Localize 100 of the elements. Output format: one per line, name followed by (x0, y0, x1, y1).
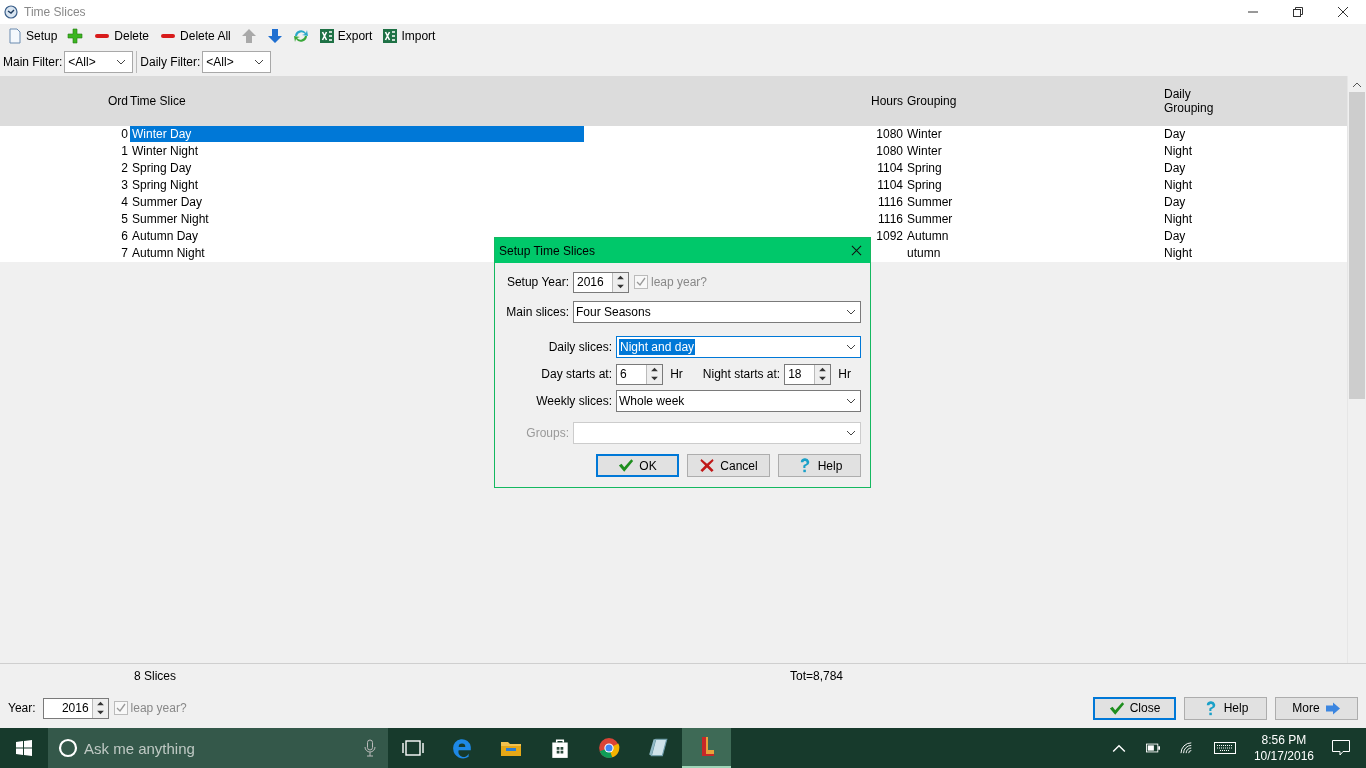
table-cell-text: 1104 (876, 178, 904, 193)
battery-icon[interactable] (1145, 742, 1160, 754)
window-title: Time Slices (24, 5, 86, 19)
chevron-down-icon (254, 58, 265, 65)
close-icon[interactable] (1338, 7, 1348, 17)
table-cell-text: Spring (907, 161, 943, 176)
table-cell[interactable]: Autumn Day (130, 228, 584, 245)
close-icon[interactable] (851, 245, 862, 256)
field-label: Day starts at: (540, 367, 612, 381)
chrome-browser-icon[interactable] (597, 737, 620, 759)
task-view-icon[interactable] (401, 737, 424, 759)
table-cell-text: utumn (907, 246, 942, 261)
table-cell[interactable]: Winter Day (130, 126, 584, 143)
circle-icon (58, 738, 78, 758)
cross-icon (699, 458, 716, 473)
chevron-down-icon (846, 309, 856, 315)
wifi-icon[interactable] (1179, 742, 1194, 754)
filter-dropdown[interactable]: <All> (64, 50, 134, 73)
field-label: Main slices: (505, 305, 569, 319)
taskbar-time[interactable]: 8:56 PM (1261, 732, 1307, 748)
table-cell[interactable]: Summer Day (130, 194, 584, 211)
toolbar-button[interactable]: Setup (5, 26, 60, 45)
keyboard-icon[interactable] (1213, 742, 1236, 754)
footer-button[interactable]: More (1275, 696, 1358, 720)
table-cell-text: Night (1163, 246, 1193, 261)
table-cell-text: Day (1163, 195, 1187, 210)
toolbar-button[interactable]: Delete (91, 27, 152, 44)
table-cell[interactable]: Spring Day (130, 160, 584, 177)
main-slices-dropdown[interactable]: Four Seasons (573, 301, 861, 323)
table-cell-text: Summer (907, 212, 954, 227)
chevron-down-icon (846, 398, 856, 404)
scrollbar[interactable] (1347, 75, 1366, 664)
table-cell-text: 1080 (875, 144, 904, 159)
dialog-button[interactable]: OK (596, 454, 679, 477)
unit-label: Hr (838, 367, 851, 381)
field-label: Night starts at: (702, 367, 781, 381)
maximize-icon[interactable] (1293, 7, 1303, 17)
chevron-up-icon[interactable] (1111, 742, 1126, 754)
notification-icon[interactable] (1332, 740, 1350, 756)
table-cell-text: 1092 (875, 229, 904, 244)
table-cell[interactable]: Spring Night (130, 177, 584, 194)
windows-start-icon[interactable] (16, 740, 32, 756)
filter-label: Daily Filter: (140, 54, 201, 69)
table-cell-text: 7 (120, 246, 129, 261)
chevron-down-icon (116, 58, 127, 65)
table-cell-text: 1116 (877, 195, 904, 210)
field-label: Setup Year: (505, 275, 569, 289)
hour-spinner[interactable]: 6 (616, 363, 664, 385)
checkmark-icon (618, 458, 635, 473)
table-cell[interactable]: Summer Night (130, 211, 584, 228)
scroll-up-icon[interactable] (1352, 81, 1362, 88)
spreadsheet-icon (318, 27, 335, 44)
table-cell-text: Night (1163, 212, 1193, 227)
toolbar-button[interactable]: Delete All (157, 27, 233, 44)
column-header[interactable]: Time Slice (130, 93, 584, 108)
year-spinner[interactable]: 2016 (573, 271, 629, 293)
table-cell-text: Spring (907, 178, 943, 193)
toolbar-button[interactable]: Export (316, 26, 375, 45)
column-header[interactable]: Ord (0, 93, 130, 108)
minus-icon (95, 33, 110, 38)
field-label: Weekly slices: (535, 394, 612, 408)
table-cell-text: Day (1163, 127, 1187, 142)
edge-browser-icon[interactable] (450, 737, 473, 759)
dialog-button[interactable]: Help (778, 454, 861, 477)
refresh-icon (292, 27, 309, 44)
total-hours: Tot=8,784 (790, 669, 844, 684)
table-cell-text: 1104 (876, 161, 904, 176)
table-cell-text: Night (1163, 178, 1193, 193)
microphone-icon[interactable] (364, 739, 376, 757)
table-cell-text: 1080 (875, 127, 904, 142)
daily-slices-dropdown[interactable]: Night and day (616, 336, 861, 358)
column-header[interactable]: Hours (584, 93, 907, 108)
notebook-icon[interactable] (646, 737, 669, 759)
checkmark-icon (635, 276, 647, 288)
plus-icon (67, 27, 84, 44)
toolbar-button[interactable]: Import (380, 26, 438, 45)
taskbar-date[interactable]: 10/17/2016 (1253, 748, 1314, 764)
hour-spinner[interactable]: 18 (784, 363, 832, 385)
table-cell[interactable]: Winter Night (130, 143, 584, 160)
column-header[interactable]: Grouping (907, 93, 1160, 108)
toolbar-icon-button[interactable] (65, 26, 86, 45)
filter-dropdown[interactable]: <All> (202, 50, 272, 73)
weekly-slices-dropdown[interactable]: Whole week (616, 390, 861, 412)
document-icon (7, 27, 23, 44)
field-label: Groups: (525, 426, 569, 440)
search-field[interactable]: Ask me anything (48, 728, 388, 768)
dialog-button[interactable]: Cancel (687, 454, 770, 477)
year-spinner[interactable]: 2016 (42, 697, 109, 719)
table-cell-text: Day (1163, 161, 1187, 176)
dialog-title: Setup Time Slices (499, 243, 596, 258)
footer-button[interactable]: Close (1093, 696, 1176, 720)
column-header[interactable]: Daily Grouping (1160, 86, 1224, 115)
scrollbar-thumb[interactable] (1349, 91, 1365, 399)
clock-icon (4, 5, 18, 19)
table-cell-text: 3 (120, 178, 129, 193)
down-arrow-icon (266, 27, 283, 44)
table-cell-text: Night (1163, 144, 1193, 159)
footer-button[interactable]: Help (1184, 696, 1267, 720)
table-cell-text: Summer (907, 195, 954, 210)
year-label: Year: (8, 701, 36, 716)
